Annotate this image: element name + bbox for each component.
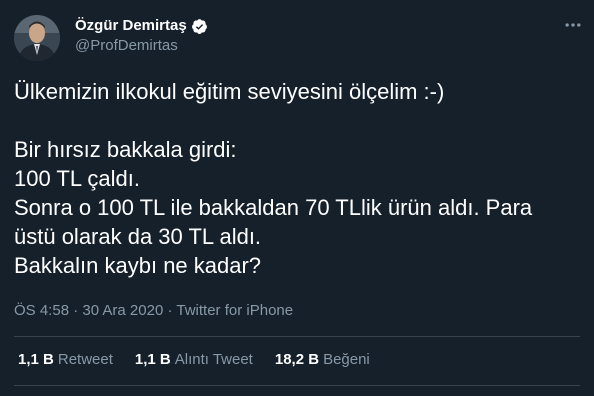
retweets-count: 1,1 B — [18, 351, 54, 368]
quote-tweets-stat[interactable]: 1,1 B Alıntı Tweet — [135, 351, 253, 369]
tweet-source[interactable]: Twitter for iPhone — [176, 302, 293, 319]
retweets-label: Retweet — [57, 351, 113, 368]
verified-badge-icon — [191, 18, 208, 35]
tweet-text-line: Bakkalın kaybı ne kadar? — [14, 253, 262, 278]
likes-label: Beğeni — [323, 351, 370, 368]
tweet-date[interactable]: 30 Ara 2020 — [82, 302, 163, 319]
tweet-meta: ÖS 4:58 · 30 Ara 2020 · Twitter for iPho… — [14, 302, 293, 320]
tweet-time[interactable]: ÖS 4:58 — [14, 302, 69, 319]
likes-stat[interactable]: 18,2 B Beğeni — [275, 351, 370, 369]
divider — [14, 336, 580, 337]
quote-tweets-count: 1,1 B — [134, 351, 171, 368]
likes-count: 18,2 B — [274, 351, 320, 368]
tweet-text: Ülkemizin ilkokul eğitim seviyesini ölçe… — [14, 77, 582, 280]
author-name-row[interactable]: Özgür Demirtaş — [75, 17, 208, 35]
tweet-text-line: Ülkemizin ilkokul eğitim seviyesini ölçe… — [14, 79, 445, 104]
tweet-text-line: 100 TL çaldı. — [14, 166, 140, 191]
tweet-text-line: Bir hırsız bakkala girdi: — [14, 137, 237, 162]
retweets-stat[interactable]: 1,1 B Retweet — [18, 351, 113, 369]
quote-tweets-label: Alıntı Tweet — [174, 351, 253, 368]
avatar-image — [14, 15, 60, 61]
tweet-stats: 1,1 B Retweet 1,1 B Alıntı Tweet 18,2 B … — [18, 351, 392, 369]
tweet-text-line — [14, 106, 582, 135]
tweet-text-line: üstü olarak da 30 TL aldı. — [14, 224, 262, 249]
tweet-card: Özgür Demirtaş @ProfDemirtas Ülkemizin i… — [0, 0, 594, 396]
author-display-name[interactable]: Özgür Demirtaş — [75, 17, 187, 35]
author-handle[interactable]: @ProfDemirtas — [75, 37, 178, 55]
tweet-text-line: Sonra o 100 TL ile bakkaldan 70 TLlik ür… — [14, 195, 533, 220]
more-options-icon[interactable] — [562, 14, 584, 36]
avatar[interactable] — [14, 15, 60, 61]
divider — [14, 385, 580, 386]
